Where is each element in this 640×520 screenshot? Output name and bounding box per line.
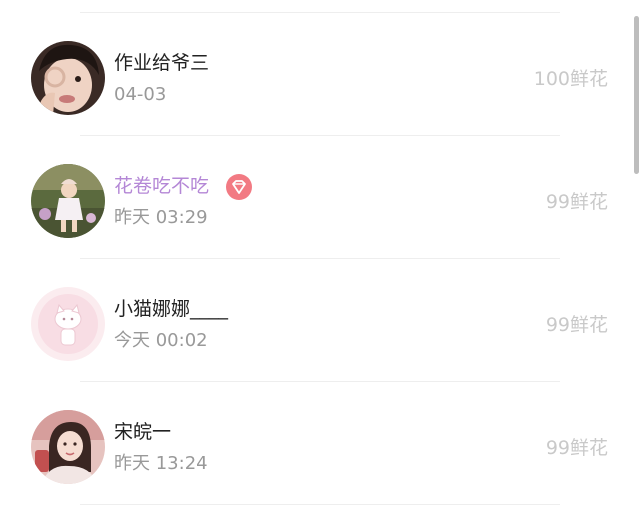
timestamp: 昨天 03:29 <box>114 207 208 228</box>
list-item[interactable]: 作业给爷三 04-03 100鲜花 <box>0 13 632 135</box>
list-item[interactable]: 宋皖一 昨天 13:24 99鲜花 <box>0 382 632 504</box>
girl-portrait-avatar-icon[interactable] <box>31 410 105 484</box>
pink-kitty-avatar-icon[interactable] <box>31 287 105 361</box>
user-name: 作业给爷三 <box>114 52 210 74</box>
scrollbar-thumb[interactable] <box>634 16 639 174</box>
row-divider <box>80 504 560 505</box>
gift-ranking-list: 作业给爷三 04-03 100鲜花 花卷吃不吃 昨天 03:29 99鲜花 小猫… <box>0 0 632 520</box>
list-item[interactable]: 花卷吃不吃 昨天 03:29 99鲜花 <box>0 136 632 258</box>
scrollbar[interactable] <box>632 0 640 520</box>
girl-face-avatar-icon[interactable] <box>31 41 105 115</box>
timestamp: 昨天 13:24 <box>114 453 208 474</box>
timestamp: 今天 00:02 <box>114 330 208 351</box>
flower-count: 99鲜花 <box>545 437 608 459</box>
user-name: 宋皖一 <box>114 421 172 443</box>
flower-count: 99鲜花 <box>545 314 608 336</box>
diamond-vip-icon <box>226 174 252 200</box>
user-name: 小猫娜娜____ <box>114 298 229 320</box>
timestamp: 04-03 <box>114 84 167 105</box>
flower-count: 99鲜花 <box>545 191 608 213</box>
list-item[interactable]: 小猫娜娜____ 今天 00:02 99鲜花 <box>0 259 632 381</box>
user-name: 花卷吃不吃 <box>114 175 210 197</box>
outdoor-girl-avatar-icon[interactable] <box>31 164 105 238</box>
flower-count: 100鲜花 <box>533 68 608 90</box>
